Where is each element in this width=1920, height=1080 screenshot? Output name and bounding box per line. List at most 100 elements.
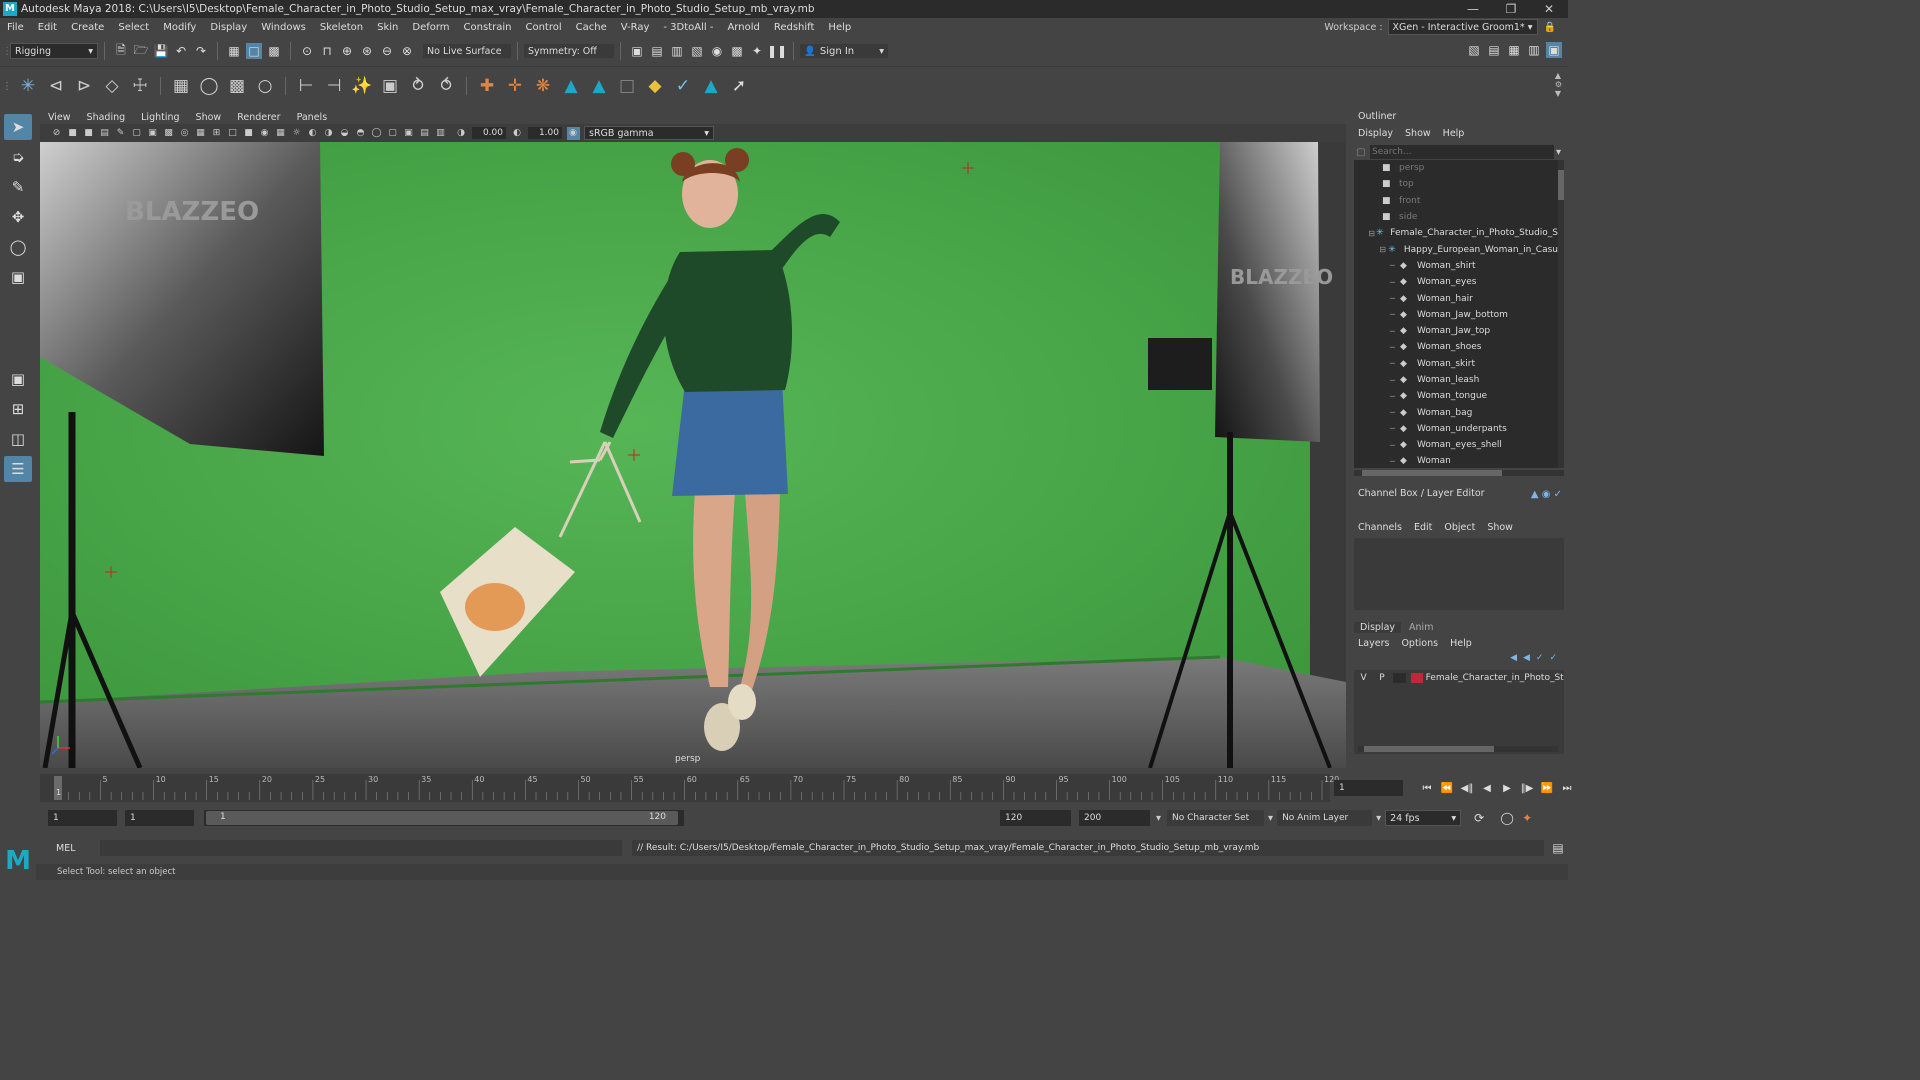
channel-box-toggle-icon[interactable]: ▥ [1526,42,1542,58]
close-icon[interactable]: ✕ [1530,0,1568,18]
menu-help[interactable]: Help [828,22,851,33]
layer-menu-help[interactable]: Help [1450,638,1472,649]
scale-tool-icon[interactable]: ▣ [4,264,32,290]
channel-menu-object[interactable]: Object [1444,522,1475,533]
film-gate-icon[interactable]: ▢ [130,127,143,140]
menu-deform[interactable]: Deform [412,22,449,33]
snap-pivot-icon[interactable]: ⊗ [399,43,415,59]
outliner-toggle-icon[interactable]: ▣ [1546,42,1562,58]
viewport-menu-panels[interactable]: Panels [297,112,328,123]
xray-joints-icon[interactable]: ▤ [418,127,431,140]
use-all-lights-icon[interactable]: ☼ [290,127,303,140]
outliner-layout-icon[interactable]: ☰ [4,456,32,482]
move-layer-up-icon[interactable]: ◀ [1510,653,1517,663]
exposure-field[interactable]: 0.00 [472,127,506,139]
viewport-menu-show[interactable]: Show [196,112,222,123]
nonlinear-icon[interactable]: ▣ [377,73,403,99]
pause-icon[interactable]: ❚❚ [767,43,787,59]
humanik-icon[interactable]: ☩ [127,73,153,99]
filter-icon[interactable]: ▢ [1352,147,1370,158]
outliner-tree[interactable]: ■ persp ■ top ■ front ■ side ⊟ ✳ Female_Character_… [1354,160,1558,468]
wireframe-icon[interactable]: □ [226,127,239,140]
sign-in-dropdown[interactable]: 👤 Sign In ▾ [800,44,888,58]
gear-icon[interactable]: ⚙ [1555,80,1562,89]
channel-box-area[interactable] [1354,538,1564,610]
four-view-layout-icon[interactable]: ⊞ [4,396,32,422]
menu-modify[interactable]: Modify [163,22,196,33]
hypershade-icon[interactable]: ◉ [709,43,725,59]
grease-pencil-icon[interactable]: ✎ [114,127,127,140]
script-language-toggle[interactable]: MEL [36,843,96,854]
animation-prefs-icon[interactable]: ✦ [1519,810,1535,826]
layer-type-toggle[interactable] [1392,673,1407,683]
animation-start-field[interactable]: 1 [48,810,117,826]
script-editor-icon[interactable]: ▤ [1550,840,1566,856]
outliner-item[interactable]: ■ front [1354,193,1558,209]
attribute-editor-icon[interactable]: ▤ [1486,42,1502,58]
outliner-search-input[interactable] [1370,145,1554,159]
resolution-gate-icon[interactable]: ▣ [146,127,159,140]
menu-windows[interactable]: Windows [261,22,306,33]
loop-icon[interactable]: ⟳ [1471,810,1487,826]
bend-icon[interactable]: ⥁ [405,73,431,99]
layer-color-swatch[interactable] [1411,673,1423,683]
grid-icon[interactable]: ⊞ [210,127,223,140]
workspace-dropdown[interactable]: XGen - Interactive Groom1* ▾ [1387,19,1538,35]
menu-edit[interactable]: Edit [38,22,57,33]
gamma-field[interactable]: 1.00 [528,127,562,139]
isolate-select-icon[interactable]: ▢ [386,127,399,140]
multisample-aa-icon[interactable]: ◓ [354,127,367,140]
parent-constraint-icon[interactable]: ✚ [474,73,500,99]
outliner-item[interactable]: ─ ◆ Woman_leash [1354,372,1558,388]
layer-row[interactable]: V P Female_Character_in_Photo_Stu [1354,670,1564,686]
gamma-icon[interactable]: ◐ [511,127,524,140]
menu-cache[interactable]: Cache [576,22,607,33]
outliner-item[interactable]: ─ ◆ Woman_Jaw_top [1354,323,1558,339]
channel-menu-edit[interactable]: Edit [1414,522,1432,533]
tool-settings-icon[interactable]: ▦ [1506,42,1522,58]
snap-view-icon[interactable]: ⊛ [359,43,375,59]
undo-icon[interactable]: ↶ [173,43,189,59]
symmetry-dropdown[interactable]: Symmetry: Off [524,44,614,58]
wire-icon[interactable]: ⊣ [321,73,347,99]
layer-playback-toggle[interactable]: P [1373,673,1390,683]
screen-space-ao-icon[interactable]: ◑ [322,127,335,140]
collapse-icon[interactable]: ⊟ [1379,245,1388,254]
outliner-item[interactable]: ─ ◆ Woman_eyes_shell [1354,437,1558,453]
render-settings-icon[interactable]: ▧ [689,43,705,59]
outliner-item[interactable]: ─ ◆ Woman_underpants [1354,421,1558,437]
open-scene-icon[interactable]: 🗁 [133,43,149,59]
scroll-thumb[interactable] [1362,470,1502,476]
blend-shape-icon[interactable]: ⊢ [293,73,319,99]
viewport-menu-view[interactable]: View [48,112,71,123]
tab-display[interactable]: Display [1354,621,1402,633]
ik-spline-icon[interactable]: ⊳ [71,73,97,99]
two-pane-layout-icon[interactable]: ◫ [4,426,32,452]
redo-icon[interactable]: ↷ [193,43,209,59]
snap-curve-icon[interactable]: ⊓ [319,43,335,59]
menu-control[interactable]: Control [525,22,561,33]
color-management-icon[interactable]: ◉ [566,126,580,140]
render-view-icon[interactable]: ▤ [649,43,665,59]
menu-display[interactable]: Display [210,22,247,33]
layer-visibility-toggle[interactable]: V [1354,673,1373,683]
shadows-icon[interactable]: ◐ [306,127,319,140]
outliner-item[interactable]: ■ side [1354,209,1558,225]
step-forward-frame-icon[interactable]: ‖▶ [1519,780,1535,796]
menu-3dtoall[interactable]: - 3DtoAll - [663,22,713,33]
fps-dropdown[interactable]: 24 fps ▾ [1385,810,1462,826]
joint-tool-icon[interactable]: ✳ [15,73,41,99]
layer-list[interactable]: V P Female_Character_in_Photo_Stu [1354,670,1564,754]
bind-skin-icon[interactable]: ◇ [99,73,125,99]
menuset-dropdown[interactable]: Rigging ▾ [10,43,98,59]
move-layer-down-icon[interactable]: ◀ [1523,653,1530,663]
command-input[interactable] [99,840,623,856]
step-forward-key-icon[interactable]: ⏩ [1539,780,1555,796]
aim-constraint-icon[interactable]: ❋ [530,73,556,99]
outliner-item[interactable]: ─ ◆ Woman_skirt [1354,356,1558,372]
set-driven-key-icon[interactable]: ✓ [670,73,696,99]
single-perspective-layout-icon[interactable]: ▣ [4,366,32,392]
chevron-down-icon[interactable]: ▾ [1556,147,1561,158]
go-to-end-icon[interactable]: ⏭ [1559,780,1575,796]
move-tool-icon[interactable]: ✥ [4,204,32,230]
